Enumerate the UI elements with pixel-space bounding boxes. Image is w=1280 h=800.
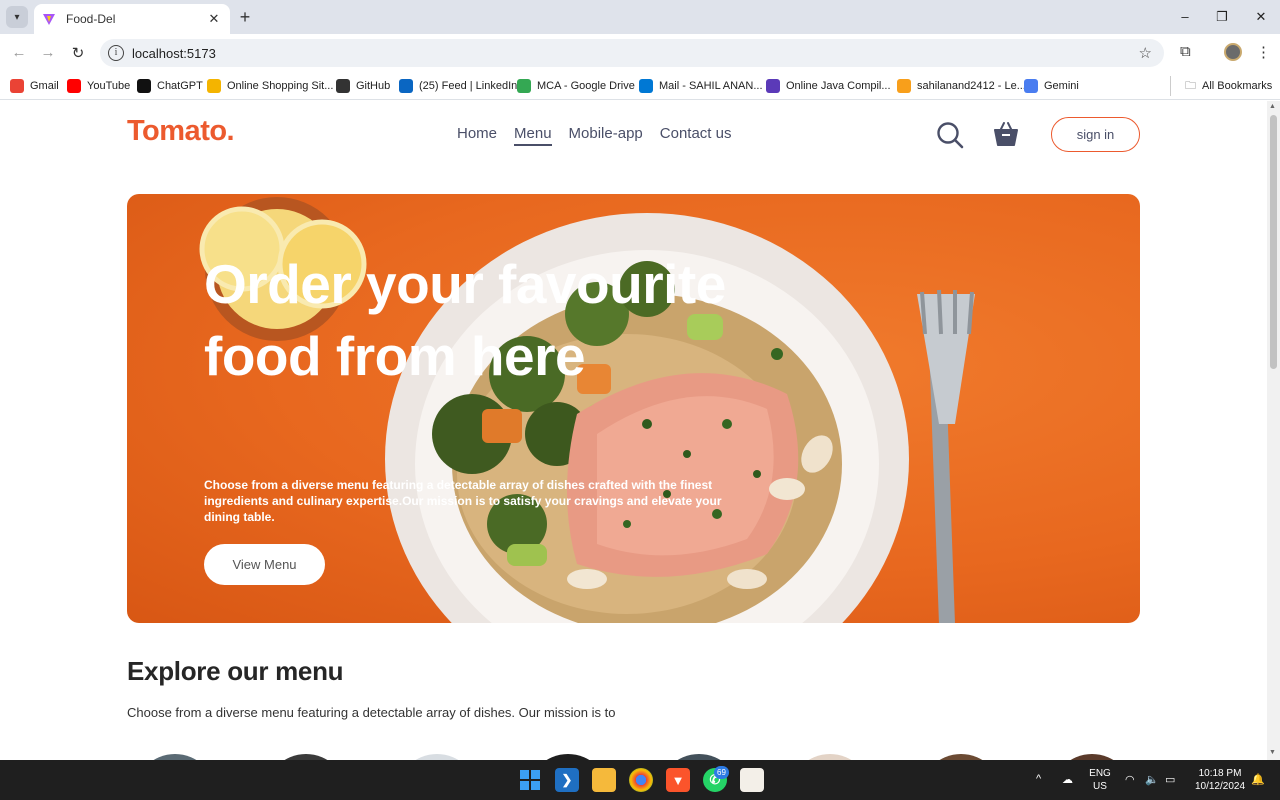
bookmark-favicon-icon — [207, 79, 221, 93]
page-scrollbar[interactable]: ▲ ▼ — [1267, 101, 1280, 760]
bookmark-label: GitHub — [356, 80, 391, 92]
battery-icon[interactable]: ▭ — [1165, 773, 1175, 786]
close-window-button[interactable]: ✕ — [1253, 9, 1269, 25]
folder-icon: 🗀 — [1185, 79, 1196, 92]
file-explorer-icon[interactable] — [592, 768, 616, 792]
nav-menu[interactable]: Menu — [514, 125, 552, 146]
bookmark-item[interactable]: Online Shopping Sit... — [207, 77, 333, 95]
wifi-icon[interactable]: ◠ — [1125, 773, 1135, 786]
tab-title: Food-Del — [66, 12, 116, 26]
bookmark-label: ChatGPT — [157, 80, 203, 92]
new-tab-button[interactable]: + — [236, 8, 254, 26]
language-indicator[interactable]: ENG US — [1086, 767, 1114, 793]
explore-menu-title: Explore our menu — [127, 656, 344, 686]
scroll-thumb[interactable] — [1270, 115, 1277, 369]
logo[interactable]: Tomato. — [127, 115, 235, 148]
bookmark-item[interactable]: (25) Feed | LinkedIn — [399, 77, 517, 95]
address-bar[interactable]: i localhost:5173 ☆ — [100, 39, 1164, 67]
back-arrow-icon[interactable]: ← — [10, 44, 28, 61]
lang-code: ENG — [1089, 768, 1111, 779]
clock[interactable]: 10:18 PM 10/12/2024 — [1192, 767, 1248, 793]
sign-in-button[interactable]: sign in — [1051, 117, 1140, 152]
bookmark-label: Online Java Compil... — [786, 80, 891, 92]
main-nav: Home Menu Mobile-app Contact us — [457, 125, 731, 146]
basket-icon[interactable] — [992, 120, 1020, 148]
explore-menu-text: Choose from a diverse menu featuring a d… — [127, 705, 616, 720]
hero-title: Order your favourite food from here — [204, 253, 726, 387]
close-tab-icon[interactable]: ✕ — [206, 11, 222, 27]
bookmark-label: MCA - Google Drive — [537, 80, 635, 92]
notification-bell-icon[interactable]: 🔔 — [1251, 773, 1265, 786]
browser-toolbar: ← → ↻ i localhost:5173 ☆ ⧉ ⋮ — [0, 34, 1280, 72]
bookmark-favicon-icon — [67, 79, 81, 93]
tab-strip: ▾ Food-Del ✕ + – ❐ ✕ — [0, 0, 1280, 34]
bookmark-label: YouTube — [87, 80, 131, 92]
restore-button[interactable]: ❐ — [1214, 9, 1230, 25]
bookmark-favicon-icon — [517, 79, 531, 93]
scroll-down-icon[interactable]: ▼ — [1269, 749, 1276, 756]
hero-banner: Order your favourite food from here Choo… — [127, 194, 1140, 623]
nav-contact-us[interactable]: Contact us — [660, 125, 732, 146]
extensions-icon[interactable]: ⧉ — [1180, 43, 1191, 60]
bookmark-label: Mail - SAHIL ANAN... — [659, 80, 763, 92]
chrome-icon[interactable] — [629, 768, 653, 792]
bookmark-item[interactable]: Online Java Compil... — [766, 77, 891, 95]
bookmark-favicon-icon — [399, 79, 413, 93]
all-bookmarks-label: All Bookmarks — [1202, 80, 1273, 92]
app-icon[interactable] — [740, 768, 764, 792]
more-menu-icon[interactable]: ⋮ — [1256, 43, 1271, 61]
clock-time: 10:18 PM — [1198, 768, 1242, 779]
onedrive-cloud-icon[interactable]: ☁ — [1062, 773, 1073, 786]
vscode-icon[interactable]: ❯ — [555, 768, 579, 792]
whatsapp-badge: 69 — [714, 766, 729, 779]
forward-arrow-icon[interactable]: → — [39, 44, 57, 61]
view-menu-button[interactable]: View Menu — [204, 544, 325, 585]
bookmark-item[interactable]: Gemini — [1024, 77, 1079, 95]
bookmarks-divider — [1170, 76, 1171, 96]
bookmark-label: Gmail — [30, 80, 59, 92]
bookmark-label: Online Shopping Sit... — [227, 80, 334, 92]
browser-tab[interactable]: Food-Del ✕ — [34, 4, 230, 34]
bookmark-item[interactable]: Gmail — [10, 77, 59, 95]
bookmark-label: (25) Feed | LinkedIn — [419, 80, 518, 92]
bookmark-favicon-icon — [1024, 79, 1038, 93]
scroll-up-icon[interactable]: ▲ — [1269, 103, 1276, 110]
vite-favicon-icon — [43, 14, 55, 25]
bookmark-favicon-icon — [897, 79, 911, 93]
search-icon[interactable] — [936, 121, 964, 149]
nav-home[interactable]: Home — [457, 125, 497, 146]
bookmark-label: Gemini — [1044, 80, 1079, 92]
bookmark-item[interactable]: GitHub — [336, 77, 390, 95]
bookmark-favicon-icon — [137, 79, 151, 93]
hero-description: Choose from a diverse menu featuring a d… — [204, 478, 722, 524]
bookmark-item[interactable]: MCA - Google Drive — [517, 77, 635, 95]
all-bookmarks[interactable]: 🗀 All Bookmarks — [1185, 77, 1272, 95]
reload-icon[interactable]: ↻ — [69, 44, 87, 62]
bookmarks-bar: 🗀 All Bookmarks Gmail YouTube ChatGPT Onlin… — [0, 72, 1280, 100]
tray-expand-icon[interactable]: ^ — [1036, 773, 1041, 785]
url-text[interactable]: localhost:5173 — [132, 46, 216, 61]
nav-mobile-app[interactable]: Mobile-app — [569, 125, 643, 146]
bookmark-item[interactable]: Mail - SAHIL ANAN... — [639, 77, 763, 95]
windows-start-icon[interactable] — [518, 768, 542, 792]
volume-icon[interactable]: 🔈 — [1145, 773, 1159, 786]
bookmark-item[interactable]: sahilanand2412 - Le... — [897, 77, 1026, 95]
chevron-down-icon: ▾ — [14, 11, 20, 23]
minimize-button[interactable]: – — [1177, 9, 1193, 24]
bookmark-item[interactable]: ChatGPT — [137, 77, 203, 95]
bookmark-star-icon[interactable]: ☆ — [1139, 44, 1152, 62]
page-viewport: Tomato. Home Menu Mobile-app Contact us … — [0, 101, 1267, 760]
bookmark-item[interactable]: YouTube — [67, 77, 130, 95]
brave-icon[interactable]: ▼ — [666, 768, 690, 792]
bookmark-favicon-icon — [10, 79, 24, 93]
site-info-icon[interactable]: i — [108, 45, 124, 61]
bookmark-favicon-icon — [766, 79, 780, 93]
clock-date: 10/12/2024 — [1194, 781, 1246, 792]
bookmark-favicon-icon — [639, 79, 653, 93]
bookmark-favicon-icon — [336, 79, 350, 93]
profile-avatar-icon[interactable] — [1224, 43, 1242, 61]
bookmark-label: sahilanand2412 - Le... — [917, 80, 1026, 92]
region-code: US — [1093, 781, 1107, 792]
tab-search-button[interactable]: ▾ — [6, 6, 28, 28]
